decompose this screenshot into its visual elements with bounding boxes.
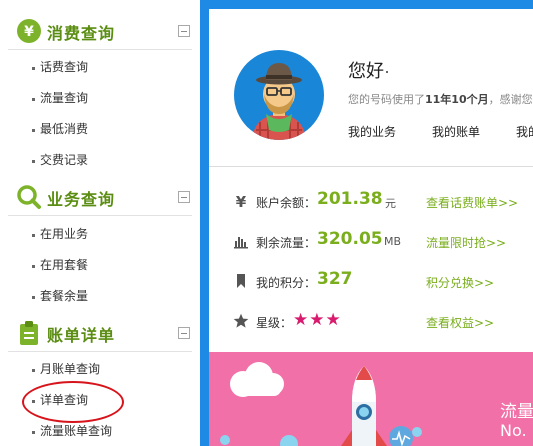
avatar[interactable]: [234, 50, 324, 140]
link-my-bill[interactable]: 我的账单: [432, 123, 480, 140]
bar-chart-icon: [234, 237, 248, 249]
collapse-toggle-icon[interactable]: [178, 327, 190, 339]
banner-subtitle: No.: [500, 421, 527, 440]
data-unit: MB: [384, 235, 402, 248]
banner-title: 流量: [500, 402, 533, 422]
points-label: 我的积分：: [256, 276, 317, 290]
divider: [209, 166, 533, 167]
sidebar-item-active-services[interactable]: 在用业务: [40, 226, 88, 242]
link-my-more[interactable]: 我的: [516, 123, 533, 140]
section-header-bills[interactable]: 账单详单: [0, 314, 200, 352]
sidebar-item-min-spend[interactable]: 最低消费: [40, 121, 88, 137]
balance-row: ¥ 账户余额： 201.38 元 查看话费账单>>: [209, 187, 533, 215]
star-icon: [233, 313, 249, 328]
divider: [8, 215, 192, 216]
level-label: 星级：: [256, 316, 293, 330]
svg-text:¥: ¥: [236, 193, 247, 209]
sidebar-item-plan-balance[interactable]: 套餐余量: [40, 288, 88, 304]
magnifier-icon: [17, 185, 41, 209]
sidebar-divider-bar: [200, 0, 209, 446]
bullet-icon: [32, 234, 35, 237]
points-row: 我的积分： 327 积分兑换>>: [209, 267, 533, 295]
level-stars: ★★★: [293, 310, 342, 330]
sidebar-item-data-bill[interactable]: 流量账单查询: [40, 423, 112, 439]
bullet-icon: [32, 431, 35, 434]
divider: [8, 351, 192, 352]
collapse-toggle-icon[interactable]: [178, 191, 190, 203]
bullet-icon: [32, 369, 35, 372]
yuan-icon: ¥: [236, 193, 247, 209]
link-my-business[interactable]: 我的业务: [348, 123, 396, 140]
clipboard-icon: [20, 321, 38, 345]
sidebar-item-bill-query[interactable]: 话费查询: [40, 59, 88, 75]
sidebar-item-payment-record[interactable]: 交费记录: [40, 152, 88, 168]
section-header-business[interactable]: 业务查询: [0, 178, 200, 216]
balance-label: 账户余额：: [256, 196, 317, 210]
greeting-dot: [386, 71, 388, 73]
banner-illustration: [220, 362, 422, 446]
promo-banner[interactable]: 流量 No.: [209, 352, 533, 446]
usage-suffix: ，感谢您: [488, 93, 533, 106]
data-flash-sale-link[interactable]: 流量限时抢>>: [426, 234, 506, 251]
usage-duration: 11年10个月: [425, 93, 489, 106]
data-label: 剩余流量：: [256, 236, 317, 250]
collapse-toggle-icon[interactable]: [178, 25, 190, 37]
data-value: 320.05: [317, 229, 383, 249]
usage-prefix: 您的号码使用了: [348, 93, 425, 106]
highlight-circle: [22, 381, 124, 423]
avatar-illustration: [252, 63, 306, 140]
bullet-icon: [32, 98, 35, 101]
section-title: 消费查询: [47, 24, 116, 43]
balance-value: 201.38: [317, 189, 383, 209]
view-benefits-link[interactable]: 查看权益>>: [426, 314, 494, 331]
bullet-icon: [32, 265, 35, 268]
bullet-icon: [32, 67, 35, 70]
points-value: 327: [317, 269, 353, 289]
view-bill-link[interactable]: 查看话费账单>>: [426, 194, 518, 211]
bullet-icon: [32, 296, 35, 299]
bullet-icon: [32, 129, 35, 132]
sidebar-item-active-plans[interactable]: 在用套餐: [40, 257, 88, 273]
bullet-icon: [32, 160, 35, 163]
points-exchange-link[interactable]: 积分兑换>>: [426, 274, 494, 291]
main-content: 您好 您的号码使用了11年10个月，感谢您 我的业务 我的账单 我的 ¥ 账户余…: [209, 9, 533, 446]
section-header-consumption[interactable]: ¥ 消费查询: [0, 12, 200, 50]
bookmark-icon: [237, 274, 245, 288]
data-row: 剩余流量： 320.05 MB 流量限时抢>>: [209, 227, 533, 255]
greeting-text: 您好: [348, 61, 384, 82]
yuan-icon: ¥: [17, 19, 41, 43]
level-row: 星级： ★★★ 查看权益>>: [209, 307, 533, 335]
sidebar-item-monthly-bill[interactable]: 月账单查询: [40, 361, 100, 377]
usage-duration-text: 您的号码使用了11年10个月，感谢您: [348, 91, 533, 107]
svg-text:¥: ¥: [24, 24, 34, 40]
sidebar-item-data-query[interactable]: 流量查询: [40, 90, 88, 106]
balance-unit: 元: [385, 197, 396, 210]
sidebar: ¥ 消费查询 话费查询 流量查询 最低消费 交费记录 业务查询 在用业务 在用套…: [0, 0, 200, 446]
section-title: 业务查询: [47, 190, 116, 209]
divider: [8, 49, 192, 50]
section-title: 账单详单: [47, 326, 116, 345]
top-header-bar: [209, 0, 533, 9]
